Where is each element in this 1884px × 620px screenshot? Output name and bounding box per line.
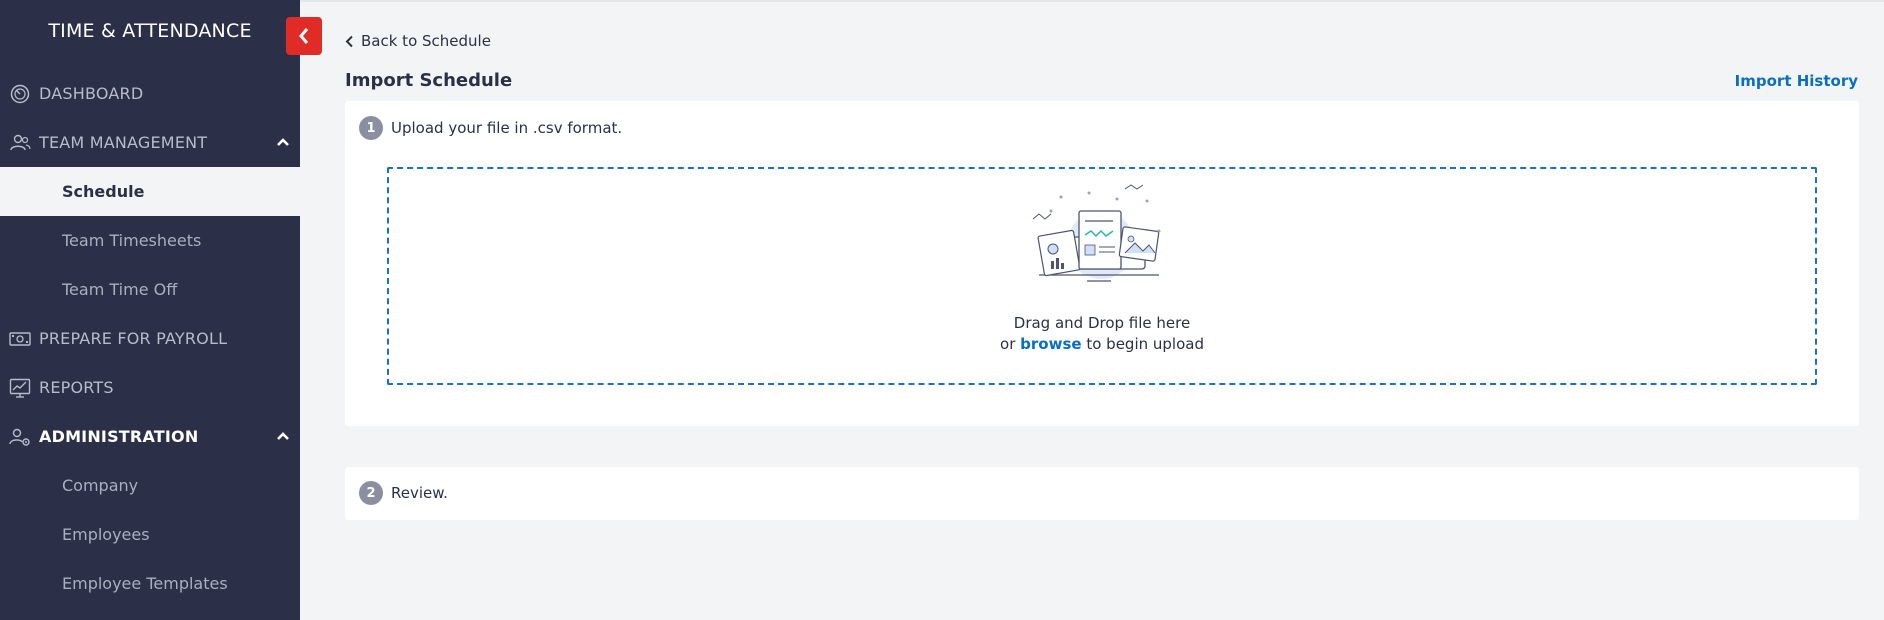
chevron-up-icon [277,138,289,146]
back-link-label: Back to Schedule [361,32,491,50]
page-title: Import Schedule [345,70,513,91]
sidebar-item-label: TEAM MANAGEMENT [39,133,208,152]
dropzone-instruction: Drag and Drop file here [1013,314,1191,332]
admin-users-gear-icon [9,426,31,448]
sidebar-item-administration[interactable]: ADMINISTRATION [0,412,300,461]
sidebar-item-reports[interactable]: REPORTS [0,363,300,412]
step-review: 2 Review. [359,481,448,505]
browse-link[interactable]: browse [1020,335,1081,353]
money-bill-icon [9,328,31,350]
dropzone-prefix: or [1000,335,1016,353]
sidebar-subitem-employee-templates[interactable]: Employee Templates [0,559,300,608]
sidebar-item-label: ADMINISTRATION [39,427,199,446]
step-label: Upload your file in .csv format. [391,119,623,137]
sidebar: TIME & ATTENDANCE DASHBOARD TEAM MANAGEM… [0,0,300,620]
sidebar-item-team-management[interactable]: TEAM MANAGEMENT [0,118,300,167]
step-number-badge: 2 [359,481,383,505]
sidebar-subitem-employees[interactable]: Employees [0,510,300,559]
sidebar-title: TIME & ATTENDANCE [48,20,252,42]
chevron-left-icon [299,28,309,44]
sidebar-item-label: DASHBOARD [39,84,144,103]
import-history-link[interactable]: Import History [1735,72,1858,90]
back-to-schedule-link[interactable]: Back to Schedule [345,32,491,50]
chevron-left-icon [345,34,355,48]
sidebar-subitem-schedule[interactable]: Schedule [0,167,300,216]
dashboard-gauge-icon [9,83,31,105]
upload-documents-illustration-icon [1032,184,1161,282]
step-upload: 1 Upload your file in .csv format. [359,116,622,140]
sidebar-subitem-company[interactable]: Company [0,461,300,510]
sidebar-item-label: PREPARE FOR PAYROLL [39,329,228,348]
sidebar-subitem-team-timesheets[interactable]: Team Timesheets [0,216,300,265]
reports-chart-icon [9,377,31,399]
dropzone-suffix: to begin upload [1086,335,1204,353]
sidebar-subitem-team-time-off[interactable]: Team Time Off [0,265,300,314]
step-label: Review. [391,484,448,502]
review-card: 2 Review. [345,467,1859,520]
step-number-badge: 1 [359,116,383,140]
dropzone-browse-line: or browse to begin upload [389,335,1815,353]
team-users-icon [9,132,31,154]
sidebar-item-prepare-for-payroll[interactable]: PREPARE FOR PAYROLL [0,314,300,363]
app-root: TIME & ATTENDANCE DASHBOARD TEAM MANAGEM… [0,0,1884,620]
file-dropzone[interactable]: Drag and Drop file here or browse to beg… [387,167,1817,385]
top-divider [300,0,1884,2]
upload-card: 1 Upload your file in .csv format. Drag … [345,101,1859,426]
sidebar-collapse-button[interactable] [286,17,322,55]
chevron-up-icon [277,432,289,440]
sidebar-item-dashboard[interactable]: DASHBOARD [0,69,300,118]
sidebar-item-label: REPORTS [39,378,114,397]
